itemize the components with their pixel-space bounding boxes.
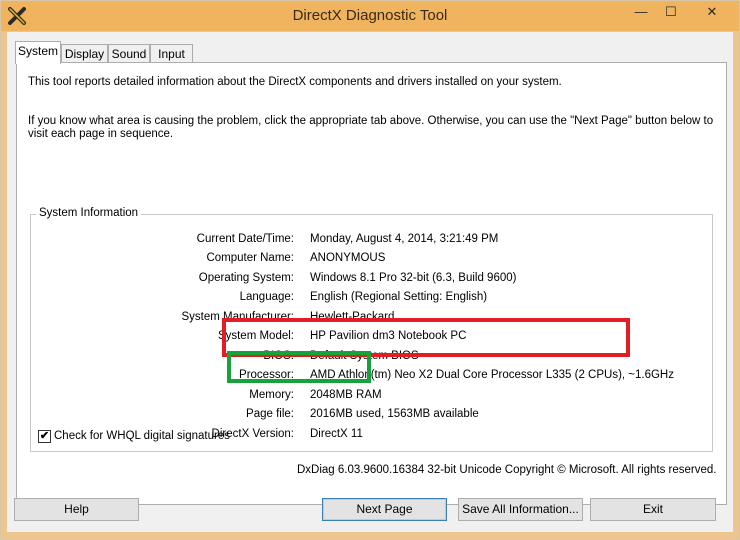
label-page-file: Page file: xyxy=(246,408,294,420)
instructions-line1: If you know what area is causing the pro… xyxy=(28,115,714,127)
intro-text: This tool reports detailed information a… xyxy=(28,76,562,88)
group-title: System Information xyxy=(36,207,142,219)
copyright-text: DxDiag 6.03.9600.16384 32-bit Unicode Co… xyxy=(297,464,717,476)
exit-button[interactable]: Exit xyxy=(590,498,716,521)
client-area: System Display Sound Input This tool rep… xyxy=(7,32,733,532)
value-operating-system: Windows 8.1 Pro 32-bit (6.3, Build 9600) xyxy=(310,272,517,284)
value-language: English (Regional Setting: English) xyxy=(310,291,488,303)
whql-checkbox[interactable]: ✔ xyxy=(38,430,51,443)
tab-sound[interactable]: Sound xyxy=(108,44,150,64)
help-button[interactable]: Help xyxy=(14,498,139,521)
value-directx-version: DirectX 11 xyxy=(310,428,363,440)
tab-display[interactable]: Display xyxy=(61,44,108,64)
value-computer-name: ANONYMOUS xyxy=(310,252,386,264)
tab-system[interactable]: System xyxy=(15,41,61,64)
tab-input[interactable]: Input xyxy=(150,44,193,64)
title-bar[interactable]: DirectX Diagnostic Tool — ☐ ✕ xyxy=(1,1,739,31)
label-current-date-time: Current Date/Time: xyxy=(196,233,294,245)
minimize-button[interactable]: — xyxy=(627,1,655,23)
value-page-file: 2016MB used, 1563MB available xyxy=(310,408,479,420)
green-highlight-box xyxy=(227,351,371,383)
maximize-button[interactable]: ☐ xyxy=(657,1,685,23)
value-memory: 2048MB RAM xyxy=(310,389,382,401)
close-button[interactable]: ✕ xyxy=(687,1,737,23)
next-page-button[interactable]: Next Page xyxy=(322,498,447,521)
value-current-date-time: Monday, August 4, 2014, 3:21:49 PM xyxy=(310,233,499,245)
instructions-line2: visit each page in sequence. xyxy=(28,128,174,140)
directx-diagnostic-window: DirectX Diagnostic Tool — ☐ ✕ System Dis… xyxy=(0,0,740,540)
label-language: Language: xyxy=(239,291,294,303)
label-operating-system: Operating System: xyxy=(198,272,294,284)
label-memory: Memory: xyxy=(249,389,294,401)
whql-label[interactable]: Check for WHQL digital signatures xyxy=(54,430,230,442)
label-computer-name: Computer Name: xyxy=(206,252,294,264)
save-all-information-button[interactable]: Save All Information... xyxy=(458,498,583,521)
